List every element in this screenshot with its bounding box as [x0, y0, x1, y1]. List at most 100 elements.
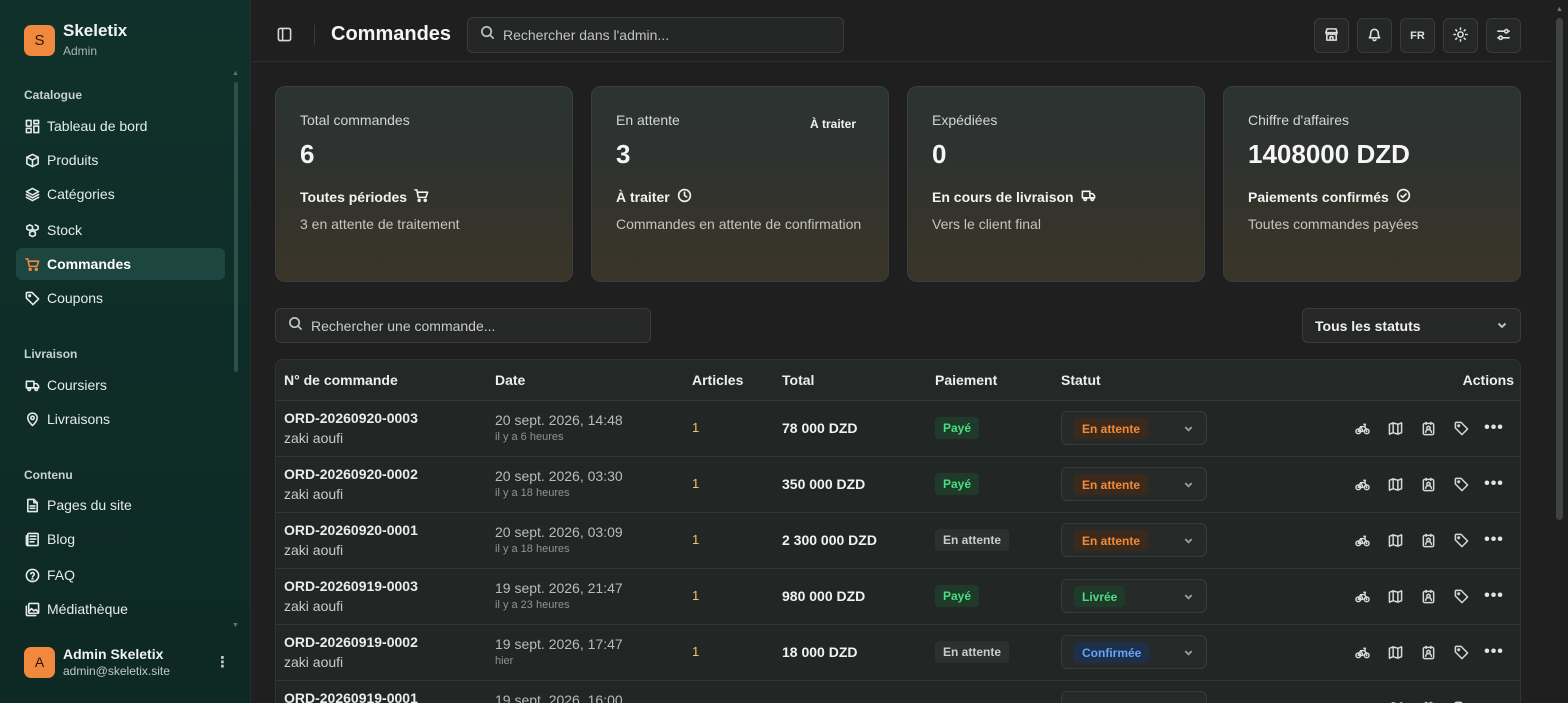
sidebar-toggle-icon[interactable] — [277, 27, 292, 42]
order-date-relative: il y a 18 heures — [495, 487, 570, 499]
order-id-cell: ORD-20260919-0001 — [284, 690, 418, 703]
table-row[interactable]: ORD-20260920-0001 zaki aoufi 20 sept. 2026… — [276, 513, 1520, 569]
brand-role: Admin — [63, 44, 98, 58]
sidebar-scroll-down-arrow[interactable]: ▼ — [232, 622, 239, 629]
more-icon[interactable]: ••• — [1484, 475, 1503, 492]
status-dropdown[interactable]: En attente — [1061, 411, 1207, 445]
sidebar-scrollbar[interactable] — [234, 82, 238, 372]
date-cell: 20 sept. 2026, 14:48 il y a 6 heures — [495, 412, 623, 443]
storefront-button[interactable] — [1314, 18, 1349, 53]
table-row[interactable]: ORD-20260920-0002 zaki aoufi 20 sept. 2026… — [276, 457, 1520, 513]
sidebar-item-faq[interactable]: FAQ — [16, 559, 225, 591]
table-row[interactable]: ORD-20260919-0002 zaki aoufi 19 sept. 2026… — [276, 625, 1520, 681]
sidebar-item-categories[interactable]: Catégories — [16, 178, 225, 210]
sidebar-item-commandes[interactable]: Commandes — [16, 248, 225, 280]
user-menu[interactable]: A Admin Skeletix admin@skeletix.site ⋮ — [24, 646, 230, 678]
map-icon[interactable] — [1387, 420, 1403, 436]
sidebar-item-blog[interactable]: Blog — [16, 523, 225, 555]
order-id[interactable]: ORD-20260919-0003 — [284, 578, 418, 594]
sidebar-item-pages-du-site[interactable]: Pages du site — [16, 489, 225, 521]
more-icon[interactable]: ••• — [1484, 531, 1503, 548]
order-id[interactable]: ORD-20260920-0003 — [284, 410, 418, 426]
column-header-statut[interactable]: Statut — [1061, 372, 1101, 388]
sidebar-item-tableau-de-bord[interactable]: Tableau de bord — [16, 110, 225, 142]
order-id[interactable]: ORD-20260919-0002 — [284, 634, 418, 650]
order-id[interactable]: ORD-20260920-0002 — [284, 466, 418, 482]
kpi-badge: À traiter — [809, 117, 856, 131]
language-button[interactable]: FR — [1400, 18, 1435, 53]
more-icon[interactable]: ••• — [1484, 419, 1503, 436]
sidebar-item-label: Livraisons — [47, 411, 111, 427]
map-icon[interactable] — [1387, 644, 1403, 660]
kpi-sub-label: Paiements confirmés — [1248, 189, 1389, 205]
contact-icon[interactable] — [1420, 476, 1436, 492]
table-row[interactable]: ORD-20260920-0003 zaki aoufi 20 sept. 2026… — [276, 401, 1520, 457]
tag-icon[interactable] — [1453, 588, 1469, 604]
tag-icon[interactable] — [1453, 476, 1469, 492]
kpi-desc: Vers le client final — [932, 216, 1041, 232]
map-icon[interactable] — [1387, 476, 1403, 492]
admin-search-input[interactable] — [503, 27, 833, 43]
more-vertical-icon[interactable]: ⋮ — [215, 653, 230, 671]
kpi-card-chiffre-affaires: Chiffre d'affaires 1408000 DZD Paiements… — [1223, 86, 1521, 282]
tag-icon[interactable] — [1453, 532, 1469, 548]
kpi-sub: Toutes périodes — [300, 188, 548, 206]
tag-icon[interactable] — [1453, 420, 1469, 436]
kpi-card-expediees: Expédiées 0 En cours de livraison Vers l… — [907, 86, 1205, 282]
column-header-date[interactable]: Date — [495, 372, 525, 388]
column-header-total[interactable]: Total — [782, 372, 814, 388]
bike-icon[interactable] — [1354, 588, 1370, 604]
column-header-paiement[interactable]: Paiement — [935, 372, 997, 388]
contact-icon[interactable] — [1420, 588, 1436, 604]
sidebar-item-coursiers[interactable]: Coursiers — [16, 369, 225, 401]
order-id[interactable]: ORD-20260919-0001 — [284, 690, 418, 703]
order-id[interactable]: ORD-20260920-0001 — [284, 522, 418, 538]
column-header-articles[interactable]: Articles — [692, 372, 743, 388]
map-icon[interactable] — [1387, 532, 1403, 548]
status-dropdown[interactable]: En attente — [1061, 467, 1207, 501]
order-search[interactable] — [275, 308, 651, 343]
column-header-id[interactable]: N° de commande — [284, 372, 398, 388]
kpi-label: Expédiées — [932, 112, 998, 128]
articles-count: 1 — [692, 532, 700, 547]
page-scrollbar[interactable] — [1556, 18, 1563, 520]
kpi-value: 0 — [932, 139, 947, 169]
sidebar-item-coupons[interactable]: Coupons — [16, 282, 225, 314]
sidebar-item-livraisons[interactable]: Livraisons — [16, 403, 225, 435]
sidebar-item-produits[interactable]: Produits — [16, 144, 225, 176]
map-icon[interactable] — [1387, 588, 1403, 604]
kpi-value: 3 — [616, 139, 631, 169]
contact-icon[interactable] — [1420, 420, 1436, 436]
notifications-button[interactable] — [1357, 18, 1392, 53]
kpi-sub: À traiter — [616, 188, 864, 206]
admin-search[interactable] — [467, 17, 844, 53]
brand[interactable]: S Skeletix Admin — [24, 22, 127, 58]
status-dropdown[interactable]: En attente — [1061, 523, 1207, 557]
bike-icon[interactable] — [1354, 476, 1370, 492]
sidebar-scroll-up-arrow[interactable]: ▲ — [232, 70, 239, 77]
status-dropdown[interactable]: Confirmée — [1061, 635, 1207, 669]
status-filter-select[interactable]: Tous les statuts — [1302, 308, 1521, 343]
table-row[interactable]: ORD-20260919-0003 zaki aoufi 19 sept. 2026… — [276, 569, 1520, 625]
tag-icon[interactable] — [1453, 644, 1469, 660]
bike-icon[interactable] — [1354, 644, 1370, 660]
sidebar-item-mediatheque[interactable]: Médiathèque — [16, 593, 225, 625]
more-icon[interactable]: ••• — [1484, 643, 1503, 660]
sidebar-item-stock[interactable]: Stock — [16, 214, 225, 246]
table-row[interactable]: ORD-20260919-000119 sept. 2026, 16:001••… — [276, 681, 1520, 703]
contact-icon[interactable] — [1420, 644, 1436, 660]
settings-button[interactable] — [1486, 18, 1521, 53]
order-search-input[interactable] — [311, 317, 641, 334]
status-dropdown[interactable]: Livrée — [1061, 579, 1207, 613]
theme-toggle-button[interactable] — [1443, 18, 1478, 53]
sidebar-item-label: Coupons — [47, 290, 104, 306]
bike-icon[interactable] — [1354, 420, 1370, 436]
customer-name: zaki aoufi — [284, 598, 344, 614]
more-icon[interactable]: ••• — [1484, 587, 1503, 604]
contact-icon[interactable] — [1420, 532, 1436, 548]
store-icon — [1324, 27, 1339, 45]
payment-badge: Payé — [935, 473, 980, 495]
status-dropdown[interactable] — [1061, 691, 1207, 703]
bike-icon[interactable] — [1354, 532, 1370, 548]
page-scroll-up-arrow[interactable]: ▲ — [1556, 6, 1563, 13]
